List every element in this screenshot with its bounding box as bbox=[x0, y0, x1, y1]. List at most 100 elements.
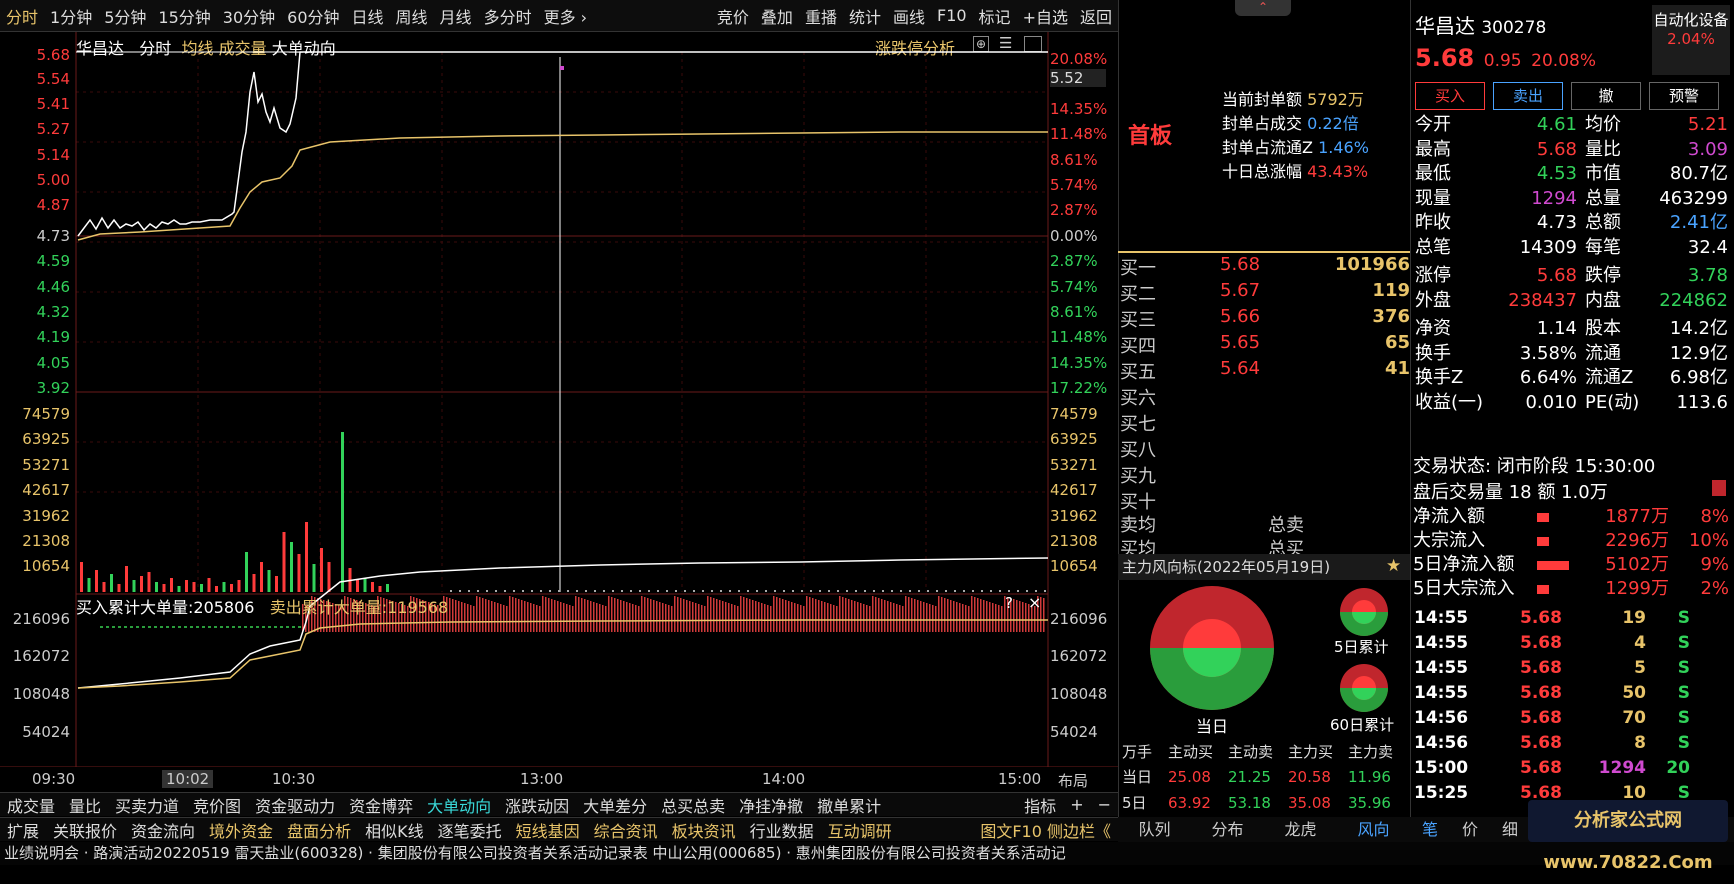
quote-label: 最低 bbox=[1415, 163, 1451, 184]
add-indicator-button[interactable]: + bbox=[1063, 795, 1090, 814]
after-hours-icon[interactable] bbox=[1712, 480, 1726, 496]
big-order-bar bbox=[106, 626, 109, 628]
seal-ratio-label: 封单占成交 bbox=[1222, 114, 1303, 133]
price-tick: 5.68 bbox=[36, 46, 70, 64]
tool-back[interactable]: 返回 bbox=[1074, 4, 1118, 28]
btab-sector-news[interactable]: 板块资讯 bbox=[665, 818, 743, 842]
tool-overlay[interactable]: 叠加 bbox=[755, 4, 799, 28]
vol-tick: 21308 bbox=[1050, 532, 1098, 550]
flow-row: 当日 25.08 21.25 20.58 11.96 bbox=[1122, 768, 1391, 786]
quote-label: 收益(一) bbox=[1415, 391, 1484, 413]
ind-tab-power[interactable]: 买卖力道 bbox=[108, 793, 186, 817]
volume-bar bbox=[963, 590, 965, 592]
ind-tab-totals[interactable]: 总买总卖 bbox=[654, 793, 732, 817]
ind-tab-volume[interactable]: 成交量 bbox=[0, 793, 62, 817]
volume-bar bbox=[87, 578, 91, 592]
vol-tick: 21308 bbox=[22, 532, 70, 550]
alert-button[interactable]: 预警 bbox=[1649, 82, 1719, 110]
btab-survey[interactable]: 互动调研 bbox=[821, 818, 899, 842]
news-ticker[interactable]: 业绩说明会 · 路演活动20220519 雷天盐业(600328) · 集团股份… bbox=[0, 842, 1734, 865]
btab-similar[interactable]: 相似K线 bbox=[358, 818, 431, 842]
ind-tab-diff[interactable]: 大单差分 bbox=[576, 793, 654, 817]
tab-price[interactable]: 价 bbox=[1450, 817, 1490, 842]
btab-foreign[interactable]: 境外资金 bbox=[202, 818, 280, 842]
ind-tab-auction[interactable]: 竞价图 bbox=[186, 793, 248, 817]
big-order-bar bbox=[274, 626, 277, 628]
btab-news[interactable]: 综合资讯 bbox=[587, 818, 665, 842]
btab-gene[interactable]: 短线基因 bbox=[509, 818, 587, 842]
volume-bar bbox=[747, 590, 749, 592]
ind-tab-net[interactable]: 净挂净撤 bbox=[732, 793, 810, 817]
volume-bar bbox=[675, 590, 677, 592]
btab-entrust[interactable]: 逐笔委托 bbox=[431, 818, 509, 842]
tab-detail[interactable]: 细 bbox=[1490, 817, 1530, 842]
remove-indicator-button[interactable]: − bbox=[1091, 795, 1118, 814]
volume-bar bbox=[585, 590, 587, 592]
tab-dragon[interactable]: 龙虎 bbox=[1264, 817, 1337, 842]
volume-bar bbox=[513, 590, 515, 592]
quote-value: 0.010 bbox=[1525, 391, 1577, 413]
collapse-icon[interactable]: ⌃ bbox=[1235, 0, 1291, 16]
tab-multi[interactable]: 多分时 bbox=[478, 4, 538, 28]
tab-month[interactable]: 月线 bbox=[434, 4, 478, 28]
sidebar-toggle[interactable]: 图文F10 侧边栏《 bbox=[973, 818, 1118, 842]
tool-draw[interactable]: 画线 bbox=[887, 4, 931, 28]
btab-related[interactable]: 关联报价 bbox=[46, 818, 124, 842]
tab-more[interactable]: 更多 › bbox=[538, 4, 594, 28]
tab-1min[interactable]: 1分钟 bbox=[44, 4, 98, 28]
btab-industry[interactable]: 行业数据 bbox=[743, 818, 821, 842]
big-order-bar bbox=[280, 626, 283, 628]
close-icon[interactable]: × bbox=[1028, 593, 1041, 612]
btab-flow[interactable]: 资金流向 bbox=[124, 818, 202, 842]
tab-distribution[interactable]: 分布 bbox=[1191, 817, 1264, 842]
tab-queue[interactable]: 队列 bbox=[1118, 817, 1191, 842]
help-icon[interactable]: ? bbox=[1005, 594, 1013, 612]
tab-60min[interactable]: 60分钟 bbox=[281, 4, 345, 28]
layout-button[interactable]: 布局 bbox=[1058, 770, 1088, 791]
big-order-bar bbox=[292, 626, 295, 628]
tool-stats[interactable]: 统计 bbox=[843, 4, 887, 28]
btab-extend[interactable]: 扩展 bbox=[0, 818, 46, 842]
sell-button[interactable]: 卖出 bbox=[1493, 82, 1563, 110]
volume-bar bbox=[267, 570, 271, 592]
big-order-bar bbox=[100, 626, 103, 628]
tab-15min[interactable]: 15分钟 bbox=[152, 4, 216, 28]
tool-replay[interactable]: 重播 bbox=[799, 4, 843, 28]
tab-ticks[interactable]: 笔 bbox=[1410, 817, 1450, 842]
tab-week[interactable]: 周线 bbox=[390, 4, 434, 28]
quote-label: 净资 bbox=[1415, 318, 1451, 339]
ind-tab-vr[interactable]: 量比 bbox=[62, 793, 108, 817]
ind-tab-cancel[interactable]: 撤单累计 bbox=[810, 793, 888, 817]
big-order-bar bbox=[695, 603, 697, 632]
tab-5min[interactable]: 5分钟 bbox=[98, 4, 152, 28]
star-icon[interactable]: ★ bbox=[1386, 556, 1401, 576]
tab-timeshare[interactable]: 分时 bbox=[0, 4, 44, 28]
tool-mark[interactable]: 标记 bbox=[973, 4, 1017, 28]
ind-tab-drive[interactable]: 资金驱动力 bbox=[248, 793, 342, 817]
cancel-order-button[interactable]: 撤 bbox=[1571, 82, 1641, 110]
tab-30min[interactable]: 30分钟 bbox=[217, 4, 281, 28]
indicator-button[interactable]: 指标 bbox=[1017, 793, 1063, 817]
tab-day[interactable]: 日线 bbox=[346, 4, 390, 28]
tool-add-watch[interactable]: +自选 bbox=[1017, 4, 1074, 28]
volume-bar bbox=[639, 590, 641, 592]
ind-tab-game[interactable]: 资金博弈 bbox=[342, 793, 420, 817]
big-order-bar bbox=[674, 596, 676, 632]
ind-tab-cause[interactable]: 涨跌动因 bbox=[498, 793, 576, 817]
btab-analysis[interactable]: 盘面分析 bbox=[280, 818, 358, 842]
big-order-bar bbox=[773, 596, 775, 632]
tab-wind[interactable]: 风向 bbox=[1337, 817, 1410, 842]
quote-label: 换手Z bbox=[1415, 367, 1464, 388]
big-order-bar bbox=[530, 603, 532, 632]
big-order-bar bbox=[740, 596, 742, 632]
big-order-bar bbox=[172, 626, 175, 628]
ind-tab-bigorder[interactable]: 大单动向 bbox=[420, 793, 498, 817]
buy-button[interactable]: 买入 bbox=[1415, 82, 1485, 110]
tool-auction[interactable]: 竞价 bbox=[711, 4, 755, 28]
big-order-bar bbox=[497, 603, 499, 632]
big-order-bar bbox=[599, 604, 601, 632]
big-order-bar bbox=[686, 600, 688, 632]
volume-bar bbox=[363, 578, 367, 592]
sector-box[interactable]: 自动化设备 2.04% bbox=[1652, 5, 1730, 75]
tool-f10[interactable]: F10 bbox=[931, 6, 973, 25]
